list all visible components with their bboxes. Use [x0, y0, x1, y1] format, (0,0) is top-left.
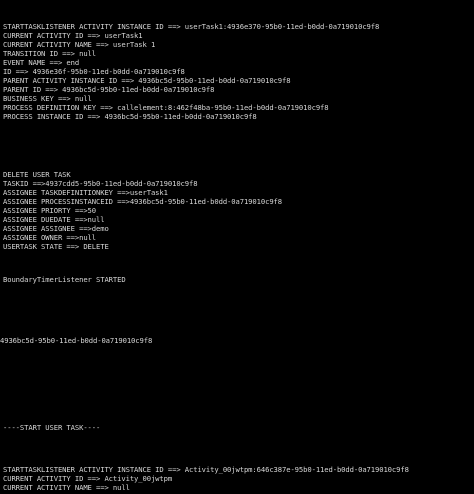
console-line: ASSIGNEE TASKDEFINITIONKEY ==>userTask1	[3, 188, 168, 197]
console-line: PROCESS INSTANCE ID ==> 4936bc5d-95b0-11…	[3, 112, 257, 121]
console-line: ASSIGNEE PROCESSINSTANCEID ==>4936bc5d-9…	[3, 197, 282, 206]
console-line: ASSIGNEE OWNER ==>null	[3, 233, 96, 242]
console-line: TRANSITION ID ==> null	[3, 49, 96, 58]
console-line: STARTTASKLISTENER ACTIVITY INSTANCE ID =…	[3, 465, 409, 474]
console-line: ASSIGNEE DUEDATE ==>null	[3, 215, 105, 224]
console-line: CURRENT ACTIVITY ID ==> Activity_00jwtpm	[3, 474, 173, 483]
console-line: 4936bc5d-95b0-11ed-b0dd-0a719010c9f8	[0, 336, 153, 345]
console-line: ID ==> 4936e36f-95b0-11ed-b0dd-0a719010c…	[3, 67, 185, 76]
console-line: PARENT ID ==> 4936bc5d-95b0-11ed-b0dd-0a…	[3, 85, 215, 94]
console-line: DELETE USER TASK	[3, 170, 71, 179]
console-output[interactable]: STARTTASKLISTENER ACTIVITY INSTANCE ID =…	[0, 0, 474, 494]
console-line: BUSINESS KEY ==> null	[3, 94, 92, 103]
console-line: CURRENT ACTIVITY ID ==> userTask1	[3, 31, 143, 40]
console-line: USERTASK STATE ==> DELETE	[3, 242, 109, 251]
console-line: ----START USER TASK----	[3, 423, 101, 432]
console-line: ASSIGNEE ASSIGNEE ==>demo	[3, 224, 109, 233]
console-line: PROCESS DEFINITION KEY ==> callelement:8…	[3, 103, 329, 112]
console-line: CURRENT ACTIVITY NAME ==> userTask 1	[3, 40, 156, 49]
console-line: TASKID ==>4937cdd5-95b0-11ed-b0dd-0a7190…	[3, 179, 198, 188]
console-line: PARENT ACTIVITY INSTANCE ID ==> 4936bc5d…	[3, 76, 291, 85]
console-line: ASSIGNEE PRIORTY ==>50	[3, 206, 96, 215]
console-line: CURRENT ACTIVITY NAME ==> null	[3, 483, 130, 492]
console-line: BoundaryTimerListener STARTED	[3, 275, 126, 284]
console-line: STARTTASKLISTENER ACTIVITY INSTANCE ID =…	[3, 22, 380, 31]
console-line: EVENT NAME ==> end	[3, 58, 80, 67]
